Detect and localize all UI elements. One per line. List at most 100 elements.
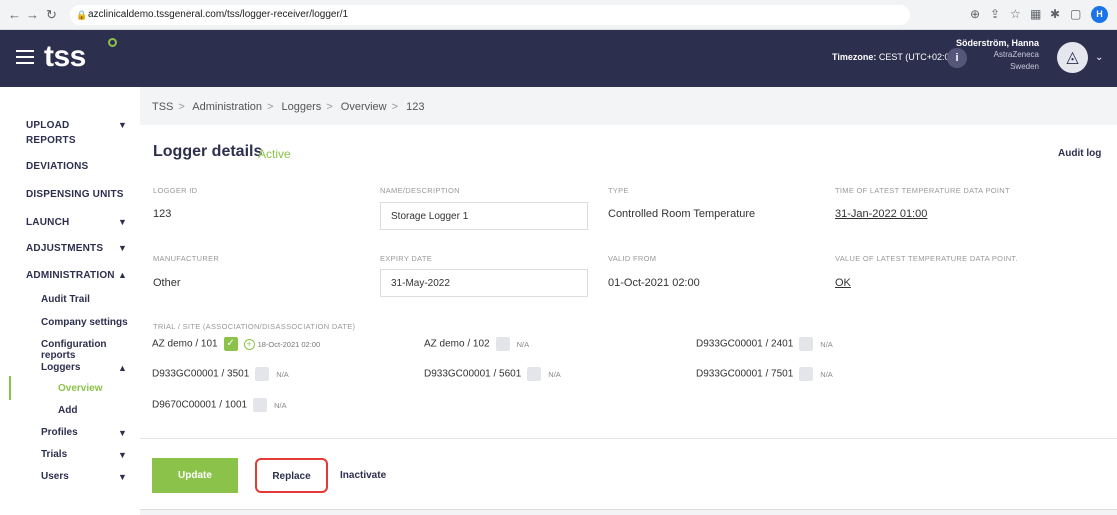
caret-down-icon[interactable]: ▼ [118, 428, 127, 438]
timezone-display: Timezone: CEST (UTC+02:00) [832, 52, 957, 62]
tab-view-icon[interactable]: ▢ [1070, 7, 1081, 21]
user-info[interactable]: Söderström, Hanna AstraZeneca Sweden [956, 37, 1039, 73]
status-badge: Active [258, 147, 291, 161]
sidebar-item-adjustments[interactable]: ADJUSTMENTS [26, 243, 103, 254]
chevron-down-icon[interactable]: ⌄ [1095, 52, 1103, 63]
extension-icon[interactable]: ▦ [1030, 7, 1041, 21]
sidebar-item-users[interactable]: Users [41, 471, 69, 482]
checkbox[interactable] [799, 337, 814, 351]
trial-name: D933GC00001 / 3501 [152, 368, 250, 380]
sidebar-item-overview[interactable]: Overview [58, 383, 102, 394]
breadcrumb-overview[interactable]: Overview [341, 101, 387, 113]
sidebar-item-reports[interactable]: REPORTS [26, 135, 76, 146]
trial-name: D933GC00001 / 7501 [696, 368, 794, 380]
checkbox-checked[interactable]: ✓ [223, 337, 238, 351]
address-text: azclinicaldemo.tssgeneral.com/tss/logger… [88, 9, 349, 20]
type-label: TYPE [608, 186, 629, 195]
trial-name: AZ demo / 101 [152, 338, 218, 350]
trial-status: N/A [548, 369, 561, 379]
trial-name: D9670C00001 / 1001 [152, 399, 248, 411]
sidebar-item-audit-trail[interactable]: Audit Trail [41, 294, 90, 305]
trial-status: N/A [820, 339, 833, 349]
plus-circle-icon[interactable]: + [243, 338, 255, 350]
trial-name: D933GC00001 / 5601 [424, 368, 522, 380]
sidebar-item-add[interactable]: Add [58, 405, 77, 416]
sidebar-item-dispensing-units[interactable]: DISPENSING UNITS [26, 189, 124, 200]
expiry-date-input[interactable]: 31-May-2022 [380, 269, 588, 297]
checkbox[interactable] [253, 398, 268, 412]
checkbox[interactable] [495, 337, 510, 351]
sidebar-item-trials[interactable]: Trials [41, 449, 67, 460]
caret-down-icon[interactable]: ▼ [118, 472, 127, 482]
app-header: tss Timezone: CEST (UTC+02:00) i Söderst… [0, 30, 1117, 87]
caret-up-icon[interactable]: ▲ [118, 270, 127, 280]
expiry-label: EXPIRY DATE [380, 254, 433, 263]
trial-status: N/A [276, 369, 289, 379]
sidebar-item-upload[interactable]: UPLOAD [26, 120, 69, 131]
trial-item: D933GC00001 / 3501 N/A [152, 367, 289, 381]
trial-name: AZ demo / 102 [424, 338, 490, 350]
page-title: Logger details [153, 143, 263, 160]
timezone-value: CEST (UTC+02:00) [878, 52, 958, 62]
update-button[interactable]: Update [152, 458, 238, 493]
caret-down-icon[interactable]: ▼ [118, 120, 127, 130]
trial-item: AZ demo / 101 ✓ +18-Oct-2021 02:00 [152, 337, 320, 351]
checkbox[interactable] [799, 367, 814, 381]
inactivate-button[interactable]: Inactivate [340, 458, 387, 493]
reload-icon[interactable]: ↻ [46, 7, 57, 23]
trial-item: D933GC00001 / 2401 N/A [696, 337, 833, 351]
name-input[interactable]: Storage Logger 1 [380, 202, 588, 230]
lock-icon: 🔒 [76, 10, 88, 20]
trial-status: N/A [516, 339, 530, 349]
name-label: NAME/DESCRIPTION [380, 186, 460, 195]
bookmark-star-icon[interactable]: ☆ [1010, 7, 1021, 21]
user-name: Söderström, Hanna [955, 38, 1039, 48]
share-icon[interactable]: ⇪ [990, 7, 1000, 21]
audit-log-link[interactable]: Audit log [1058, 148, 1101, 159]
browser-toolbar: ← → ↻ 🔒 azclinicaldemo.tssgeneral.com/ts… [0, 0, 1117, 30]
profile-avatar[interactable]: H [1091, 6, 1108, 23]
sidebar-item-company-settings[interactable]: Company settings [41, 317, 128, 328]
trial-item: D9670C00001 / 1001 N/A [152, 398, 287, 412]
sidebar-item-launch[interactable]: LAUNCH [26, 217, 69, 228]
breadcrumb-administration[interactable]: Administration [192, 101, 262, 113]
sidebar-item-profiles[interactable]: Profiles [41, 427, 78, 438]
back-icon[interactable]: ← [8, 7, 21, 22]
trial-item: AZ demo / 102 N/A [424, 337, 529, 351]
latest-time-link[interactable]: 31-Jan-2022 01:00 [835, 208, 927, 220]
valid-from-label: VALID FROM [608, 254, 657, 263]
breadcrumb-separator-icon: > [178, 101, 185, 113]
breadcrumb-tss[interactable]: TSS [152, 101, 173, 113]
caret-down-icon[interactable]: ▼ [118, 243, 127, 253]
hamburger-menu-icon[interactable] [16, 50, 34, 64]
user-company: AstraZeneca [993, 50, 1039, 59]
section-divider [140, 438, 1117, 439]
sidebar-item-loggers[interactable]: Loggers [41, 362, 80, 373]
trial-item: D933GC00001 / 7501 N/A [696, 367, 833, 381]
caret-up-icon[interactable]: ▲ [118, 363, 127, 373]
checkbox[interactable] [527, 367, 542, 381]
replace-button[interactable]: Replace [255, 458, 328, 493]
logger-details-card [140, 125, 1117, 510]
logger-id-value: 123 [153, 208, 172, 220]
manufacturer-value: Other [153, 277, 181, 289]
manufacturer-label: MANUFACTURER [153, 254, 220, 263]
forward-icon[interactable]: → [26, 7, 39, 22]
puzzle-icon[interactable]: ✱ [1050, 7, 1060, 21]
active-indicator [9, 376, 11, 400]
caret-down-icon[interactable]: ▼ [118, 217, 127, 227]
sidebar-item-deviations[interactable]: DEVIATIONS [26, 161, 88, 172]
zoom-icon[interactable]: ⊕ [970, 7, 980, 21]
address-bar[interactable]: 🔒 azclinicaldemo.tssgeneral.com/tss/logg… [70, 5, 910, 25]
breadcrumb-loggers[interactable]: Loggers [282, 101, 322, 113]
valid-from-value: 01-Oct-2021 02:00 [608, 277, 700, 289]
tss-logo[interactable]: tss [44, 40, 86, 74]
trial-item: D933GC00001 / 5601 N/A [424, 367, 561, 381]
sidebar-item-configuration-reports[interactable]: Configuration reports [41, 339, 140, 361]
breadcrumb-separator-icon: > [267, 101, 274, 113]
latest-value-link[interactable]: OK [835, 277, 851, 289]
checkbox[interactable] [255, 367, 270, 381]
user-avatar-icon[interactable]: ◬ [1057, 42, 1088, 73]
caret-down-icon[interactable]: ▼ [118, 450, 127, 460]
sidebar-item-administration[interactable]: ADMINISTRATION [26, 270, 115, 281]
